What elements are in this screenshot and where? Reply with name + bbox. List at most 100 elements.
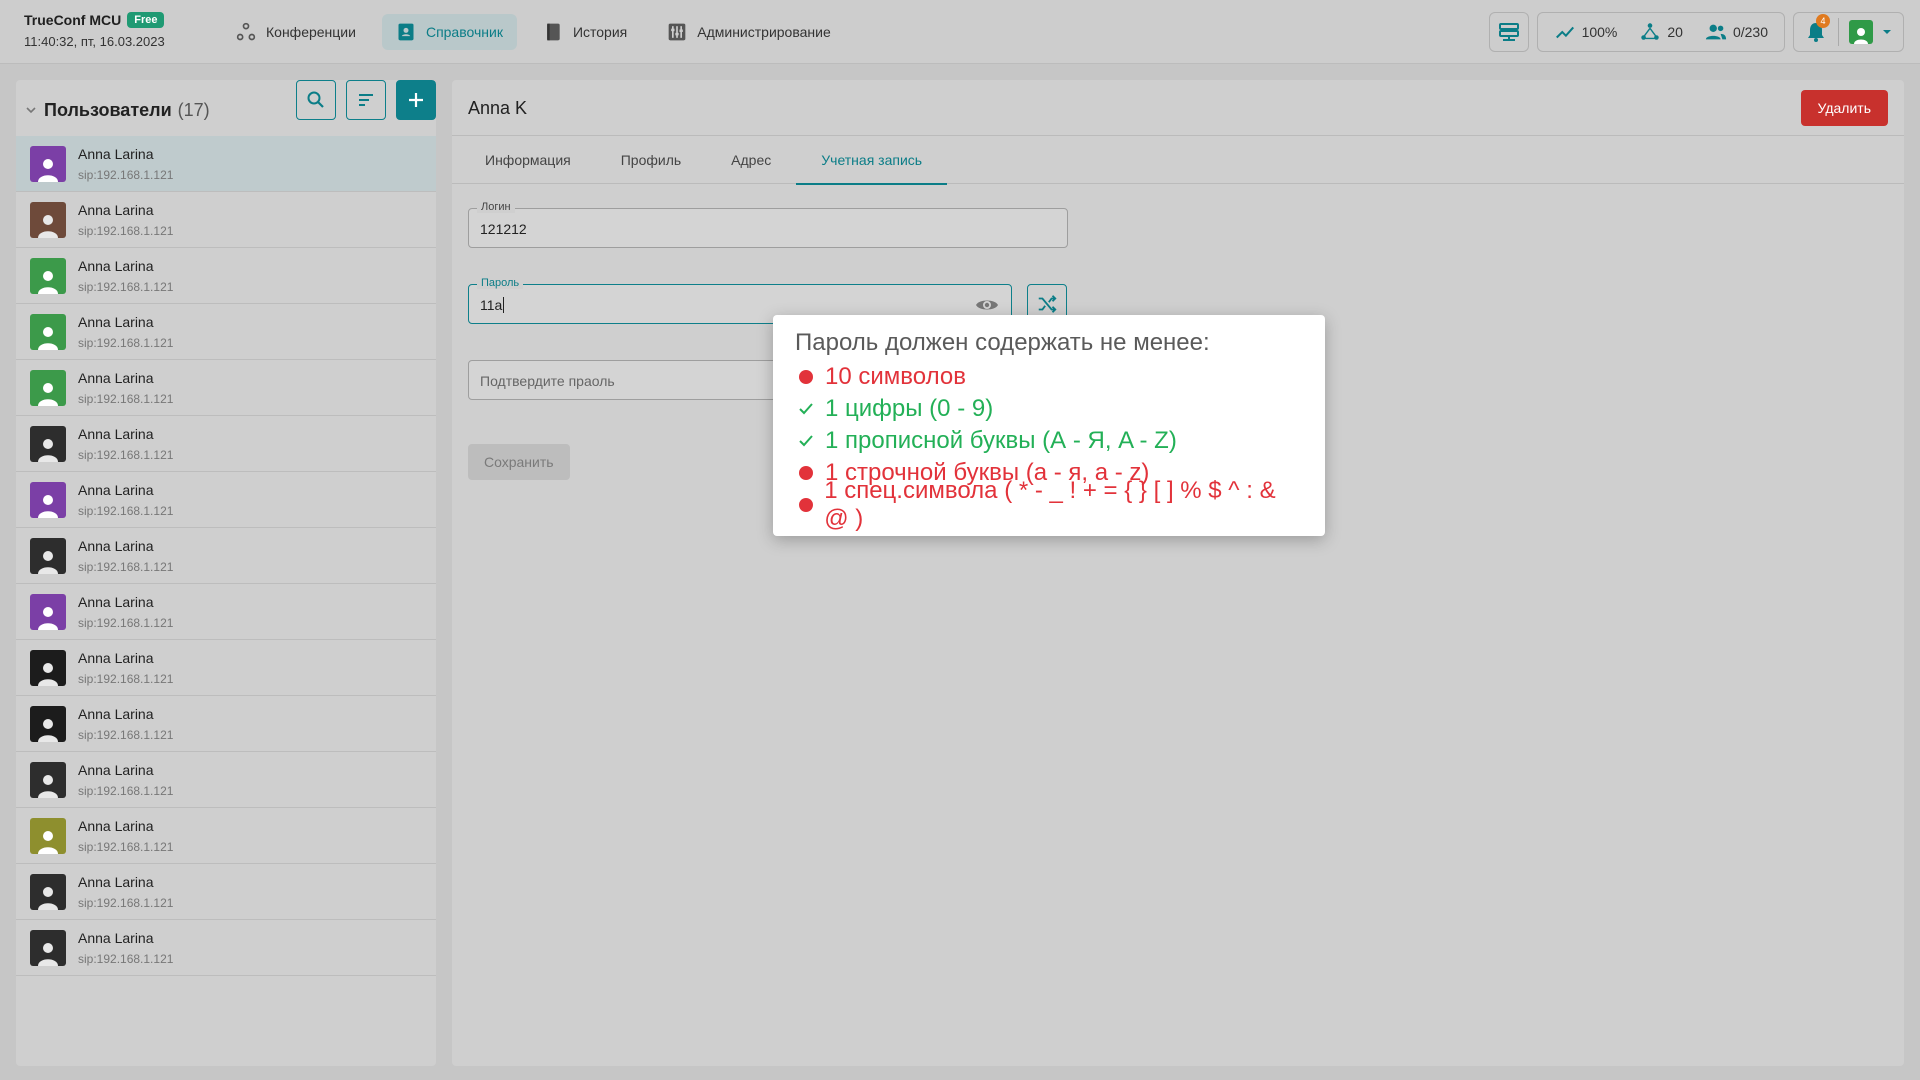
user-text: Anna Larina sip:192.168.1.121 [78,482,173,518]
profile-avatar [1849,20,1873,44]
person-icon [38,718,58,742]
user-text: Anna Larina sip:192.168.1.121 [78,762,173,798]
user-name: Anna Larina [78,929,154,946]
rule-text: 1 цифры (0 - 9) [825,395,994,422]
search-button[interactable] [296,80,336,120]
sort-button[interactable] [346,80,386,120]
collapse-chevron-icon[interactable] [24,103,38,117]
save-button[interactable]: Сохранить [468,444,570,480]
show-password-icon[interactable] [975,293,999,317]
load-value: 100% [1581,24,1618,40]
user-list-item[interactable]: Anna Larina sip:192.168.1.121 [16,864,436,920]
users-list: Anna Larina sip:192.168.1.121 Anna Larina s… [16,136,436,976]
tab-profile[interactable]: Профиль [596,136,706,184]
user-list-item[interactable]: Anna Larina sip:192.168.1.121 [16,584,436,640]
connections-stat: 20 [1633,21,1689,43]
user-name: Anna Larina [78,257,154,274]
person-icon [38,662,58,686]
nav-history-label: История [572,24,628,40]
tab-address[interactable]: Адрес [706,136,796,184]
login-label: Логин [477,201,515,213]
password-requirements-title: Пароль должен содержать не менее: [795,329,1210,356]
user-avatar [30,313,66,350]
user-sip: sip:192.168.1.121 [78,783,174,798]
user-list-item[interactable]: Anna Larina sip:192.168.1.121 [16,192,436,248]
history-book-icon [547,23,560,41]
nav-history[interactable]: История [529,14,641,50]
user-name: Anna Larina [78,537,154,554]
password-requirements-popover: Пароль должен содержать не менее: 10 сим… [773,315,1325,536]
toolbar-right: 100% 20 0/230 4 [1488,12,1904,52]
user-list-item[interactable]: Anna Larina sip:192.168.1.121 [16,920,436,976]
tab-information[interactable]: Информация [460,136,596,184]
error-dot-icon [799,466,813,480]
user-name: Anna Larina [78,369,154,386]
person-icon [38,214,58,238]
user-text: Anna Larina sip:192.168.1.121 [78,258,173,294]
account-box: 4 [1793,12,1904,52]
user-list-item[interactable]: Anna Larina sip:192.168.1.121 [16,248,436,304]
user-sip: sip:192.168.1.121 [78,447,174,462]
user-avatar [30,705,66,742]
profile-menu[interactable] [1849,20,1893,44]
user-text: Anna Larina sip:192.168.1.121 [78,594,173,630]
person-icon [38,158,58,182]
error-dot-icon [799,370,813,384]
user-list-item[interactable]: Anna Larina sip:192.168.1.121 [16,416,436,472]
user-sip: sip:192.168.1.121 [78,167,174,182]
user-list-item[interactable]: Anna Larina sip:192.168.1.121 [16,808,436,864]
delete-button[interactable]: Удалить [1800,90,1888,126]
person-icon [1854,28,1868,44]
user-list-item[interactable]: Anna Larina sip:192.168.1.121 [16,528,436,584]
password-value: 11a [480,297,505,313]
user-text: Anna Larina sip:192.168.1.121 [78,426,173,462]
user-text: Anna Larina sip:192.168.1.121 [78,314,173,350]
users-value: 0/230 [1732,24,1768,40]
add-user-button[interactable] [396,80,436,120]
rule-marker [795,370,817,384]
user-avatar [30,817,66,854]
person-icon [38,494,58,518]
user-avatar [30,257,66,294]
error-dot-icon [798,498,813,512]
user-list-item[interactable]: Anna Larina sip:192.168.1.121 [16,136,436,192]
user-sip: sip:192.168.1.121 [78,335,174,350]
user-list-item[interactable]: Anna Larina sip:192.168.1.121 [16,640,436,696]
user-list-item[interactable]: Anna Larina sip:192.168.1.121 [16,304,436,360]
user-sip: sip:192.168.1.121 [78,223,174,238]
rule-text: 1 спец.символа ( * - _ ! + = { } [ ] % $… [824,477,1276,532]
users-count: (17) [177,99,210,120]
person-icon [38,830,58,854]
connections-value: 20 [1667,24,1683,40]
nav-directory[interactable]: Справочник [381,14,517,50]
nav-administration[interactable]: Администрирование [653,14,845,50]
user-name: Anna Larina [78,425,154,442]
nav-conferences[interactable]: Конференции [222,14,370,50]
user-list-item[interactable]: Anna Larina sip:192.168.1.121 [16,360,436,416]
rule-marker [795,466,817,480]
person-icon [38,550,58,574]
rule-marker [795,400,817,418]
user-sip: sip:192.168.1.121 [78,951,174,966]
chevron-down-icon [1883,30,1891,34]
user-avatar [30,929,66,966]
license-badge: Free [127,12,165,28]
user-avatar [30,649,66,686]
trending-up-icon [1555,26,1574,39]
login-field[interactable]: Логин 121212 [468,201,1068,248]
user-list-item[interactable]: Anna Larina sip:192.168.1.121 [16,752,436,808]
user-sip: sip:192.168.1.121 [78,615,174,630]
user-text: Anna Larina sip:192.168.1.121 [78,370,173,406]
person-icon [38,326,58,350]
user-list-item[interactable]: Anna Larina sip:192.168.1.121 [16,472,436,528]
user-name: Anna Larina [78,593,154,610]
notifications-button[interactable]: 4 [1804,14,1830,44]
rule-marker [795,498,816,512]
tab-account[interactable]: Учетная запись [796,136,947,185]
nav-conferences-label: Конференции [266,24,356,40]
stats-box: 100% 20 0/230 [1536,12,1785,52]
nav-directory-label: Справочник [425,24,503,40]
rule-text: 1 прописной буквы (А - Я, A - Z) [825,427,1177,454]
user-list-item[interactable]: Anna Larina sip:192.168.1.121 [16,696,436,752]
server-status-button[interactable] [1488,12,1529,52]
